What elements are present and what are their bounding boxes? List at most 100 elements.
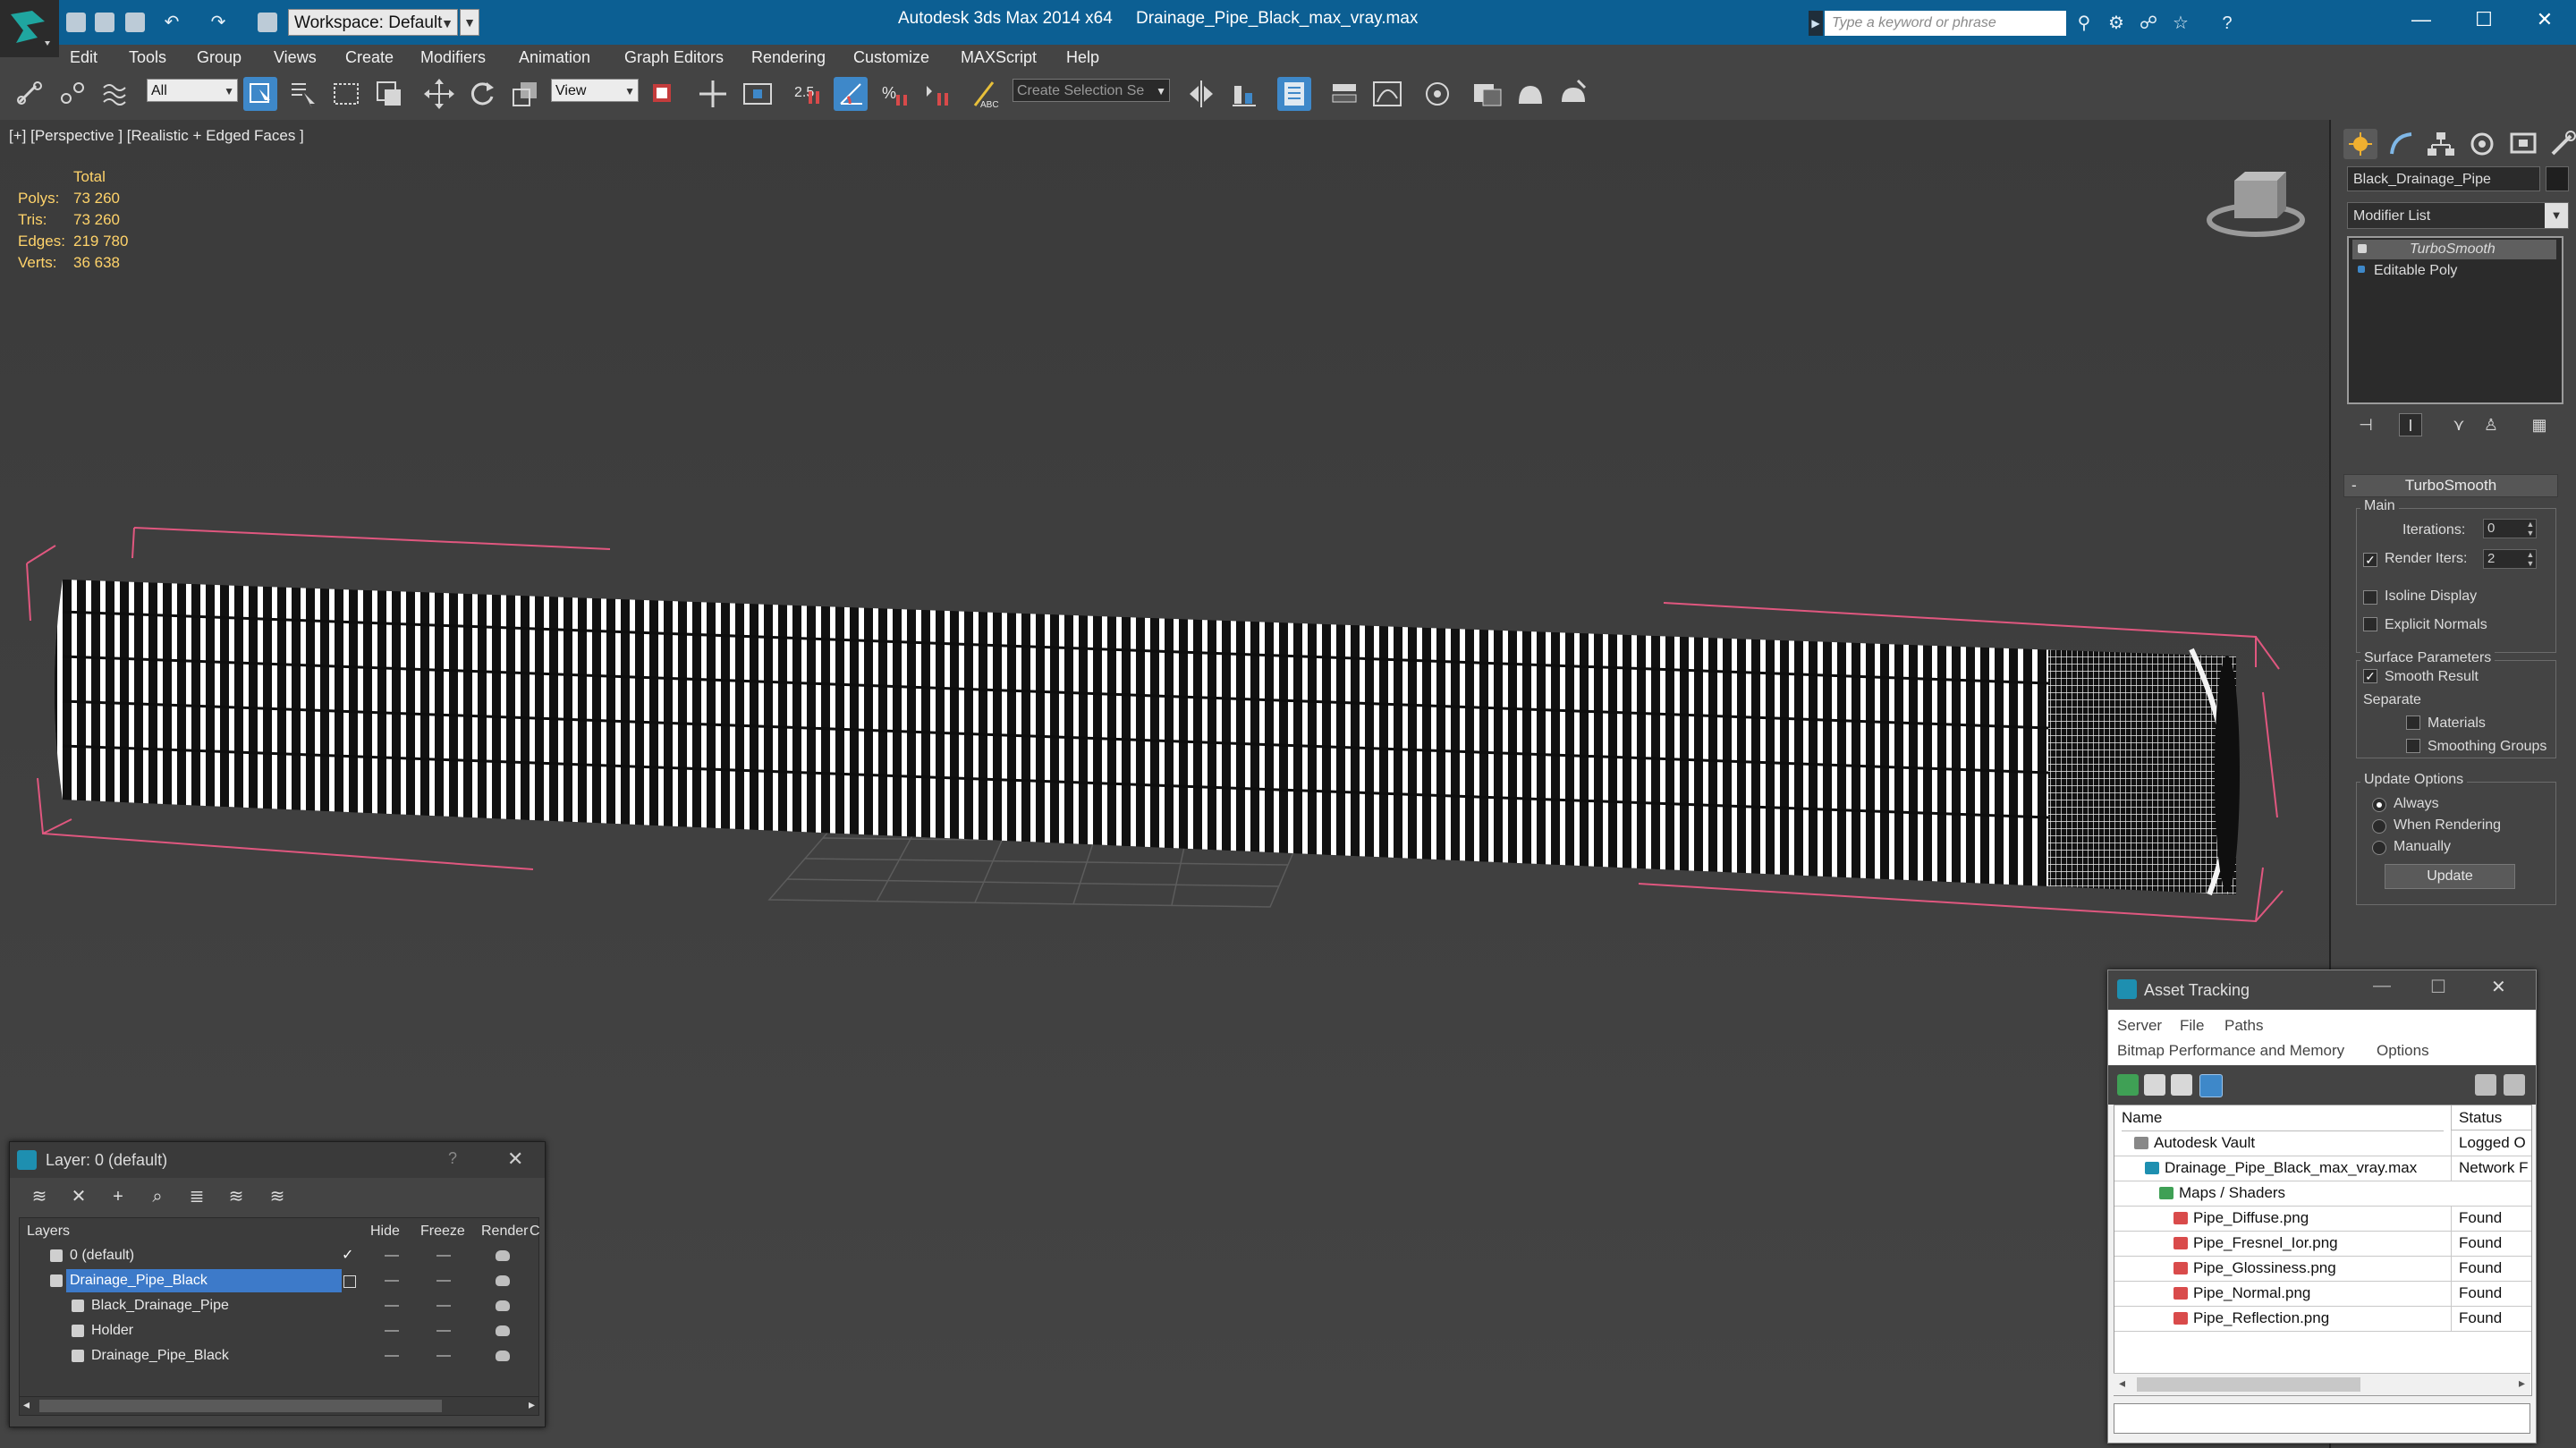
render-teapot-icon[interactable] (496, 1300, 510, 1311)
column-name[interactable]: Name (2122, 1105, 2444, 1131)
column-hide[interactable]: Hide (370, 1224, 400, 1240)
menu-group[interactable]: Group (197, 48, 242, 67)
create-selection-set-dropdown[interactable]: Create Selection Se ▼ (1013, 79, 1170, 102)
align-icon[interactable] (1227, 77, 1261, 111)
scroll-right-icon[interactable]: ▸ (529, 1397, 535, 1412)
redo-icon[interactable]: ↷ (208, 12, 229, 33)
hide-toggle[interactable] (385, 1280, 399, 1282)
hierarchy-tab-icon[interactable] (2424, 129, 2458, 159)
column-layers[interactable]: Layers (27, 1224, 70, 1240)
rotate-icon[interactable] (465, 77, 499, 111)
maximize-button[interactable]: ☐ (2453, 0, 2515, 39)
create-tab-icon[interactable] (2343, 129, 2377, 159)
motion-tab-icon[interactable] (2465, 129, 2499, 159)
menu-rendering[interactable]: Rendering (751, 48, 826, 67)
asset-row-maps-shaders[interactable]: Maps / Shaders (2114, 1181, 2531, 1207)
hide-toggle[interactable] (385, 1255, 399, 1257)
utilities-tab-icon[interactable] (2546, 129, 2576, 159)
asset-row-max-file[interactable]: Drainage_Pipe_Black_max_vray.max Network… (2114, 1156, 2531, 1181)
asset-row-glossiness[interactable]: Pipe_Glossiness.png Found (2114, 1256, 2531, 1282)
open-file-icon[interactable] (95, 13, 114, 32)
remove-modifier-icon[interactable]: ♙ (2479, 413, 2503, 436)
layer-dialog-titlebar[interactable]: Layer: 0 (default) ? ✕ (10, 1142, 545, 1178)
render-teapot-icon[interactable] (496, 1325, 510, 1336)
menu-paths[interactable]: Paths (2224, 1017, 2263, 1035)
modify-tab-icon[interactable] (2385, 129, 2419, 159)
column-render[interactable]: Render (481, 1224, 528, 1240)
minimize-button[interactable]: — (2390, 0, 2453, 39)
object-name-field[interactable]: Black_Drainage_Pipe (2347, 166, 2540, 191)
layer-horizontal-scrollbar[interactable]: ◂ ▸ (19, 1396, 539, 1416)
edit-named-selection-icon[interactable]: ABC (968, 77, 1002, 111)
menu-views[interactable]: Views (274, 48, 317, 67)
object-row-drainage-pipe-black[interactable]: Drainage_Pipe_Black (23, 1343, 535, 1368)
menu-bitmap-performance[interactable]: Bitmap Performance and Memory (2117, 1042, 2344, 1060)
active-layer-check-icon[interactable]: ✓ (342, 1243, 353, 1268)
quick-access-dropdown[interactable]: ▼ (460, 9, 479, 36)
close-button[interactable]: ✕ (2513, 0, 2576, 39)
menu-tools[interactable]: Tools (129, 48, 166, 67)
menu-animation[interactable]: Animation (519, 48, 590, 67)
minimize-icon[interactable]: — (2373, 976, 2391, 996)
update-button[interactable]: Update (2385, 864, 2515, 889)
freeze-all-layers-icon[interactable]: ≋ (266, 1185, 289, 1208)
render-production-icon[interactable] (1556, 77, 1590, 111)
help-icon[interactable] (2504, 1074, 2525, 1096)
window-crossing-icon[interactable] (372, 77, 406, 111)
turbosmooth-rollout-header[interactable]: - TurboSmooth (2343, 474, 2558, 497)
detail-view-icon[interactable] (2171, 1074, 2192, 1096)
render-setup-icon[interactable] (1513, 77, 1547, 111)
favorites-star-icon[interactable]: ☆ (2170, 13, 2191, 34)
manually-radio[interactable] (2372, 841, 2386, 855)
scroll-left-icon[interactable]: ◂ (23, 1397, 30, 1412)
toggle-scene-explorer-icon[interactable] (1277, 77, 1311, 111)
pivot-center-icon[interactable] (646, 77, 680, 111)
smooth-result-checkbox[interactable]: ✓ (2363, 669, 2377, 683)
layer-row-drainage-pipe-black[interactable]: Drainage_Pipe_Black (23, 1268, 535, 1293)
column-status[interactable]: Status (2451, 1105, 2531, 1130)
asset-row-fresnel[interactable]: Pipe_Fresnel_Ior.png Found (2114, 1231, 2531, 1257)
menu-graph-editors[interactable]: Graph Editors (624, 48, 724, 67)
object-color-swatch[interactable] (2546, 166, 2569, 191)
subscription-icon[interactable]: ⚙ (2106, 13, 2127, 34)
render-iters-checkbox[interactable]: ✓ (2363, 553, 2377, 567)
hide-toggle[interactable] (385, 1305, 399, 1307)
keyboard-shortcut-override-icon[interactable] (741, 77, 775, 111)
materials-checkbox[interactable] (2406, 716, 2420, 730)
when-rendering-radio[interactable] (2372, 819, 2386, 834)
unlink-icon[interactable] (55, 77, 89, 111)
add-to-layer-icon[interactable]: + (106, 1185, 130, 1208)
project-folder-icon[interactable] (258, 13, 277, 32)
stack-item-editable-poly[interactable]: Editable Poly (2352, 261, 2556, 281)
scale-icon[interactable] (508, 77, 542, 111)
hide-toggle[interactable] (385, 1330, 399, 1332)
refresh-icon[interactable] (2117, 1074, 2139, 1096)
bind-space-warp-icon[interactable] (98, 77, 132, 111)
render-teapot-icon[interactable] (496, 1275, 510, 1286)
select-by-name-icon[interactable] (286, 77, 320, 111)
toggle-layer-explorer-icon[interactable] (1327, 77, 1361, 111)
scroll-left-icon[interactable]: ◂ (2119, 1376, 2125, 1391)
viewcube-icon[interactable] (2207, 172, 2305, 237)
move-icon[interactable] (422, 77, 456, 111)
render-iters-spinner[interactable]: 2 ▲ ▼ (2483, 549, 2537, 569)
expand-plus-icon[interactable] (2358, 266, 2365, 273)
reference-coordinate-dropdown[interactable]: View ▼ (551, 79, 639, 102)
menu-create[interactable]: Create (345, 48, 394, 67)
stack-item-turbosmooth[interactable]: TurboSmooth (2352, 240, 2556, 259)
smoothing-groups-checkbox[interactable] (2406, 739, 2420, 753)
freeze-toggle[interactable] (436, 1280, 451, 1282)
maximize-icon[interactable]: ☐ (2430, 976, 2446, 998)
pin-stack-icon[interactable]: ⊣ (2354, 413, 2377, 436)
freeze-toggle[interactable] (436, 1305, 451, 1307)
column-freeze[interactable]: Freeze (420, 1224, 465, 1240)
freeze-toggle[interactable] (436, 1330, 451, 1332)
search-input[interactable]: Type a keyword or phrase (1825, 11, 2066, 36)
schematic-view-icon[interactable] (1420, 77, 1454, 111)
asset-horizontal-scrollbar[interactable]: ◂ ▸ (2114, 1373, 2530, 1395)
binoculars-icon[interactable]: ⚲ (2073, 13, 2095, 34)
scroll-right-icon[interactable]: ▸ (2519, 1376, 2525, 1391)
vault-login-icon[interactable] (2475, 1074, 2496, 1096)
select-object-icon[interactable] (243, 77, 277, 111)
workspace-dropdown[interactable]: Workspace: Default ▼ (288, 9, 458, 36)
